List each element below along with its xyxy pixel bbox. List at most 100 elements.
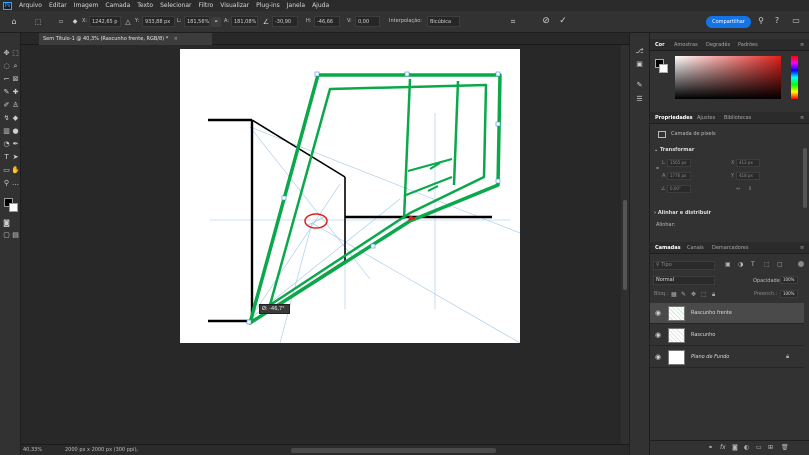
- menu-editar[interactable]: Editar: [49, 2, 67, 9]
- transform-x-field[interactable]: 412 px: [736, 159, 760, 167]
- new-adjustment-icon[interactable]: ◐: [744, 444, 749, 451]
- layers-menu-icon[interactable]: ≡: [800, 245, 804, 251]
- brush-tool-icon[interactable]: ✐: [2, 101, 11, 110]
- tab-amostras[interactable]: Amostras: [674, 42, 698, 48]
- tab-demarcadores[interactable]: Demarcadores: [712, 245, 748, 251]
- frame-tool-icon[interactable]: ⊠: [11, 75, 20, 84]
- layer-row-rascunho-frente[interactable]: ◉ Rascunho frente: [650, 303, 804, 324]
- new-group-icon[interactable]: ▭: [756, 444, 762, 451]
- hue-slider[interactable]: [791, 56, 798, 99]
- history-brush-icon[interactable]: ↯: [2, 114, 11, 123]
- lock-artboard-icon[interactable]: ⬚: [701, 291, 707, 298]
- visibility-eye-icon[interactable]: ◉: [655, 310, 662, 317]
- history-panel-icon[interactable]: ⎇: [635, 47, 644, 56]
- share-button[interactable]: Compartilhar: [706, 16, 751, 28]
- menu-camada[interactable]: Camada: [105, 2, 130, 9]
- move-tool-icon[interactable]: ✥: [2, 49, 11, 58]
- transform-y-field[interactable]: 418 px: [736, 172, 760, 180]
- layer-filter-select[interactable]: ⚲ Tipo: [653, 261, 715, 270]
- workspace-icon[interactable]: ▭: [791, 16, 801, 26]
- delete-layer-icon[interactable]: 🗑︎: [781, 444, 789, 451]
- visibility-eye-icon[interactable]: ◉: [655, 332, 662, 339]
- path-select-tool-icon[interactable]: ➤: [11, 153, 20, 162]
- menu-plugins[interactable]: Plug-ins: [256, 2, 280, 9]
- help-icon[interactable]: ?: [772, 16, 782, 26]
- document-tab[interactable]: Sem Título-1 @ 40,3% (Rascunho frente, R…: [39, 33, 212, 45]
- eraser-tool-icon[interactable]: ◆: [11, 114, 20, 123]
- angle-field[interactable]: -30,90: [272, 16, 298, 27]
- tab-canais[interactable]: Canais: [687, 245, 704, 251]
- color-bg-swatch[interactable]: [659, 64, 668, 73]
- rectangle-tool-icon[interactable]: ▭: [2, 166, 11, 175]
- more-tools-icon[interactable]: …: [11, 179, 20, 188]
- commit-transform-icon[interactable]: ✓: [558, 16, 568, 26]
- comments-panel-icon[interactable]: ▣: [635, 60, 644, 69]
- blur-tool-icon[interactable]: ●: [11, 127, 20, 136]
- zoom-level[interactable]: 40,33%: [23, 447, 42, 453]
- tab-padroes[interactable]: Padrões: [738, 42, 758, 48]
- link-icon[interactable]: ⚭: [211, 17, 221, 27]
- type-tool-icon[interactable]: T: [2, 153, 11, 162]
- quick-select-tool-icon[interactable]: ⌕: [11, 62, 20, 71]
- artboard-tool-icon[interactable]: ⬚: [11, 49, 20, 58]
- search-icon[interactable]: ⚲: [756, 16, 766, 26]
- pen-tool-icon[interactable]: ✒: [11, 140, 20, 149]
- menu-janela[interactable]: Janela: [287, 2, 305, 9]
- width-field[interactable]: 181,56%: [184, 16, 210, 27]
- menu-ajuda[interactable]: Ajuda: [312, 2, 329, 9]
- visibility-eye-icon[interactable]: ◉: [655, 354, 662, 361]
- x-field[interactable]: 1242,65 p: [89, 16, 121, 27]
- crop-tool-icon[interactable]: ⌐: [2, 75, 11, 84]
- flip-vertical-icon[interactable]: ⇕: [748, 186, 752, 192]
- status-arrow-icon[interactable]: ›: [136, 448, 138, 454]
- layer-style-icon[interactable]: fx: [720, 444, 726, 451]
- properties-menu-icon[interactable]: ≡: [800, 115, 804, 121]
- filter-toggle[interactable]: [798, 261, 804, 267]
- vskew-field[interactable]: 0,00: [355, 16, 380, 27]
- transform-h-field[interactable]: 1776 px: [667, 172, 691, 180]
- link-dimensions-icon[interactable]: ⚭: [655, 165, 660, 172]
- gradient-tool-icon[interactable]: ▥: [2, 127, 11, 136]
- layer-name[interactable]: Rascunho frente: [691, 310, 732, 316]
- hand-tool-icon[interactable]: ✋: [11, 166, 20, 175]
- interpolation-select[interactable]: Bicúbica: [427, 16, 460, 27]
- scroll-thumb[interactable]: [623, 200, 627, 290]
- add-mask-icon[interactable]: ◙: [732, 444, 738, 451]
- layer-lock-icon[interactable]: 🔒︎: [786, 353, 789, 361]
- tab-bibliotecas[interactable]: Bibliotecas: [724, 115, 751, 121]
- canvas-vertical-scrollbar[interactable]: [621, 45, 629, 444]
- properties-scrollbar[interactable]: [803, 148, 807, 208]
- filter-adjust-icon[interactable]: ◑: [738, 261, 743, 268]
- new-layer-icon[interactable]: ⊞: [768, 444, 773, 451]
- panel-menu-icon[interactable]: ≡: [800, 42, 804, 48]
- stamp-tool-icon[interactable]: ♙: [11, 101, 20, 110]
- tab-propriedades[interactable]: Propriedades: [655, 115, 693, 121]
- menu-visualizar[interactable]: Visualizar: [220, 2, 249, 9]
- layer-row-rascunho[interactable]: ◉ Rascunho: [650, 325, 804, 346]
- document-canvas[interactable]: Ø: -46,7°: [180, 49, 521, 344]
- sketch-drawing[interactable]: [180, 49, 521, 344]
- menu-filtro[interactable]: Filtro: [199, 2, 214, 9]
- tab-ajustes[interactable]: Ajustes: [697, 115, 715, 121]
- reference-point-icon[interactable]: ▫: [56, 17, 66, 27]
- warp-icon[interactable]: ⌗: [508, 17, 518, 27]
- y-field[interactable]: 933,88 px: [142, 16, 175, 27]
- tab-degrades[interactable]: Degradês: [706, 42, 730, 48]
- transform-section-title[interactable]: ⌄ Transformar: [654, 147, 694, 153]
- filter-smart-icon[interactable]: ▢: [777, 261, 783, 268]
- transform-w-field[interactable]: 1565 px: [667, 159, 691, 167]
- filter-shape-icon[interactable]: ⬚: [764, 261, 770, 268]
- hskew-field[interactable]: -46,66: [314, 16, 340, 27]
- flip-horizontal-icon[interactable]: ⇔: [736, 186, 740, 192]
- reference-point-toggle-icon[interactable]: ◆: [70, 17, 80, 27]
- menu-selecionar[interactable]: Selecionar: [160, 2, 191, 9]
- tab-camadas[interactable]: Camadas: [655, 245, 681, 251]
- brush-settings-icon[interactable]: ✎: [635, 81, 644, 90]
- align-section-title[interactable]: › Alinhar e distribuir: [654, 210, 711, 216]
- lock-pixels-icon[interactable]: ▦: [671, 291, 677, 298]
- canvas-workspace[interactable]: Ø: -46,7°: [21, 45, 621, 444]
- home-icon[interactable]: ⌂: [9, 17, 19, 27]
- lock-position-icon[interactable]: ✥: [691, 291, 696, 298]
- lock-paint-icon[interactable]: ✎: [681, 291, 686, 298]
- link-layers-icon[interactable]: ⚭: [708, 444, 713, 451]
